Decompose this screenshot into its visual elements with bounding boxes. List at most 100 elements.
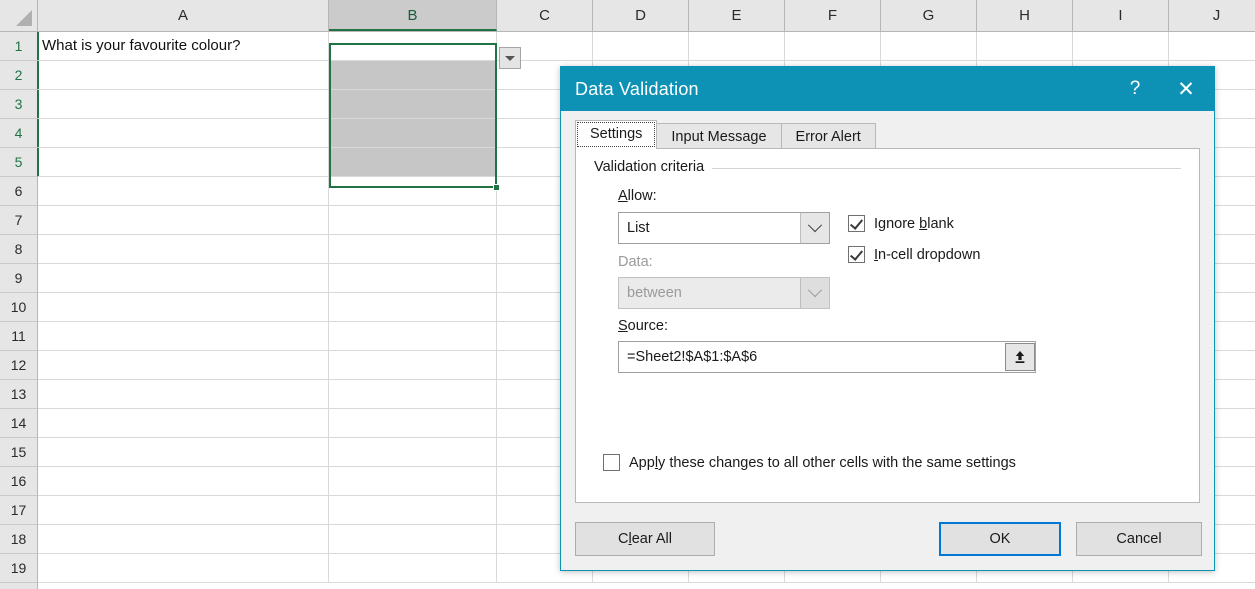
tab-error-alert[interactable]: Error Alert bbox=[780, 123, 876, 149]
cell-a2[interactable] bbox=[38, 61, 329, 89]
cell-a7[interactable] bbox=[38, 206, 329, 234]
ignore-blank-checkbox[interactable] bbox=[848, 215, 865, 232]
cell-a18[interactable] bbox=[38, 525, 329, 553]
apply-all-checkbox-row[interactable]: Apply these changes to all other cells w… bbox=[603, 454, 1016, 471]
cell-a3[interactable] bbox=[38, 90, 329, 118]
ignore-blank-checkbox-row[interactable]: Ignore blank bbox=[848, 215, 954, 232]
column-header-d[interactable]: D bbox=[593, 0, 689, 31]
column-header-e[interactable]: E bbox=[689, 0, 785, 31]
cell-b2[interactable] bbox=[329, 61, 497, 89]
column-header-j[interactable]: J bbox=[1169, 0, 1255, 31]
allow-combobox[interactable]: List bbox=[618, 212, 830, 244]
dialog-titlebar[interactable]: Data Validation ? ✕ bbox=[561, 67, 1214, 111]
row-header-11[interactable]: 11 bbox=[0, 322, 37, 351]
cell-a14[interactable] bbox=[38, 409, 329, 437]
cell-a4[interactable] bbox=[38, 119, 329, 147]
cell-b3[interactable] bbox=[329, 90, 497, 118]
in-cell-dropdown-checkbox-row[interactable]: In-cell dropdown bbox=[848, 246, 980, 263]
row-header-9[interactable]: 9 bbox=[0, 264, 37, 293]
row-header-19[interactable]: 19 bbox=[0, 554, 37, 583]
cell-a12[interactable] bbox=[38, 351, 329, 379]
cell-h1[interactable] bbox=[977, 32, 1073, 60]
cell-d1[interactable] bbox=[593, 32, 689, 60]
row-header-6[interactable]: 6 bbox=[0, 177, 37, 206]
cell-a9[interactable] bbox=[38, 264, 329, 292]
cell-i1[interactable] bbox=[1073, 32, 1169, 60]
row-header-5[interactable]: 5 bbox=[0, 148, 39, 177]
cancel-button[interactable]: Cancel bbox=[1076, 522, 1202, 556]
cell-b9[interactable] bbox=[329, 264, 497, 292]
cell-a5[interactable] bbox=[38, 148, 329, 176]
row-header-16[interactable]: 16 bbox=[0, 467, 37, 496]
fill-handle[interactable] bbox=[493, 184, 500, 191]
cell-a15[interactable] bbox=[38, 438, 329, 466]
allow-chevron-down-icon[interactable] bbox=[800, 213, 829, 243]
cell-g1[interactable] bbox=[881, 32, 977, 60]
cell-j1[interactable] bbox=[1169, 32, 1255, 60]
dialog-button-bar: Clear All OK Cancel bbox=[561, 506, 1214, 570]
cell-b4[interactable] bbox=[329, 119, 497, 147]
cell-b6[interactable] bbox=[329, 177, 497, 205]
row-header-2[interactable]: 2 bbox=[0, 61, 39, 90]
cell-b1[interactable] bbox=[329, 32, 497, 60]
column-header-h[interactable]: H bbox=[977, 0, 1073, 31]
cell-b8[interactable] bbox=[329, 235, 497, 263]
cell-a6[interactable] bbox=[38, 177, 329, 205]
close-icon[interactable]: ✕ bbox=[1158, 67, 1214, 111]
row-header-7[interactable]: 7 bbox=[0, 206, 37, 235]
row-header-15[interactable]: 15 bbox=[0, 438, 37, 467]
cell-b7[interactable] bbox=[329, 206, 497, 234]
tab-input-message[interactable]: Input Message bbox=[656, 123, 782, 149]
cell-b16[interactable] bbox=[329, 467, 497, 495]
cell-a13[interactable] bbox=[38, 380, 329, 408]
column-header-b[interactable]: B bbox=[329, 0, 497, 31]
row-header-18[interactable]: 18 bbox=[0, 525, 37, 554]
row-header-4[interactable]: 4 bbox=[0, 119, 39, 148]
in-cell-dropdown-button[interactable] bbox=[499, 47, 521, 69]
range-selector-icon[interactable] bbox=[1005, 343, 1035, 371]
apply-all-checkbox[interactable] bbox=[603, 454, 620, 471]
select-all-corner[interactable] bbox=[0, 0, 38, 32]
cell-a16[interactable] bbox=[38, 467, 329, 495]
help-icon[interactable]: ? bbox=[1112, 67, 1158, 111]
cell-a11[interactable] bbox=[38, 322, 329, 350]
source-label-accel: S bbox=[618, 318, 628, 334]
row-header-1[interactable]: 1 bbox=[0, 32, 39, 61]
row-header-3[interactable]: 3 bbox=[0, 90, 39, 119]
cell-b5[interactable] bbox=[329, 148, 497, 176]
row-header-8[interactable]: 8 bbox=[0, 235, 37, 264]
ok-button[interactable]: OK bbox=[939, 522, 1061, 556]
dialog-title: Data Validation bbox=[575, 78, 699, 99]
tab-settings[interactable]: Settings bbox=[575, 120, 658, 149]
cell-b18[interactable] bbox=[329, 525, 497, 553]
row-header-10[interactable]: 10 bbox=[0, 293, 37, 322]
cell-a8[interactable] bbox=[38, 235, 329, 263]
cell-b11[interactable] bbox=[329, 322, 497, 350]
cell-b10[interactable] bbox=[329, 293, 497, 321]
column-header-a[interactable]: A bbox=[38, 0, 329, 31]
cell-b19[interactable] bbox=[329, 554, 497, 582]
cell-f1[interactable] bbox=[785, 32, 881, 60]
cell-a1[interactable]: What is your favourite colour? bbox=[38, 32, 329, 60]
cell-e1[interactable] bbox=[689, 32, 785, 60]
cell-a10[interactable] bbox=[38, 293, 329, 321]
clear-all-label: Clear All bbox=[617, 531, 673, 547]
column-header-c[interactable]: C bbox=[497, 0, 593, 31]
row-header-14[interactable]: 14 bbox=[0, 409, 37, 438]
clear-all-button[interactable]: Clear All bbox=[575, 522, 715, 556]
cell-b13[interactable] bbox=[329, 380, 497, 408]
column-header-g[interactable]: G bbox=[881, 0, 977, 31]
cell-b15[interactable] bbox=[329, 438, 497, 466]
row-header-13[interactable]: 13 bbox=[0, 380, 37, 409]
row-header-12[interactable]: 12 bbox=[0, 351, 37, 380]
column-header-i[interactable]: I bbox=[1073, 0, 1169, 31]
cell-b14[interactable] bbox=[329, 409, 497, 437]
cell-b12[interactable] bbox=[329, 351, 497, 379]
row-header-17[interactable]: 17 bbox=[0, 496, 37, 525]
cell-a19[interactable] bbox=[38, 554, 329, 582]
source-input[interactable]: =Sheet2!$A$1:$A$6 bbox=[618, 341, 1036, 373]
column-header-f[interactable]: F bbox=[785, 0, 881, 31]
cell-b17[interactable] bbox=[329, 496, 497, 524]
in-cell-dropdown-checkbox[interactable] bbox=[848, 246, 865, 263]
cell-a17[interactable] bbox=[38, 496, 329, 524]
